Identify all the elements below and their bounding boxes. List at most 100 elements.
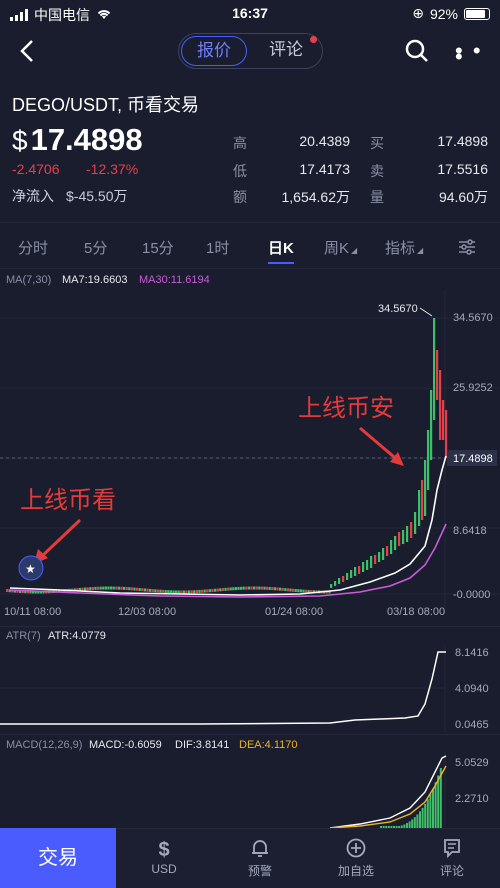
tab-daily-k[interactable]: 日K — [268, 237, 294, 258]
macd-bar — [411, 819, 414, 828]
add-watchlist-button[interactable]: 加自选 — [316, 838, 396, 879]
annotation-bikan-listing: 上线币看 — [20, 487, 116, 514]
price-value: 17.4898 — [30, 122, 143, 157]
divider — [0, 734, 500, 735]
candle — [211, 588, 214, 592]
macd-bar — [416, 814, 419, 828]
y-tick: 8.1416 — [455, 647, 489, 659]
candle — [358, 566, 361, 574]
candle — [342, 576, 345, 582]
candlestick-chart[interactable]: 34.5670 34.5670 25.9252 17.4898 8.6418 -… — [0, 290, 500, 620]
candle — [433, 318, 436, 420]
divider — [0, 268, 500, 269]
candle — [410, 522, 413, 538]
usd-label: USD — [151, 862, 177, 876]
candle — [172, 590, 175, 594]
candle — [167, 590, 170, 594]
tab-15min[interactable]: 15分 — [142, 237, 174, 258]
candle — [219, 588, 222, 592]
tab-indicators-label: 指标 — [385, 240, 416, 257]
alert-label: 预警 — [247, 864, 272, 878]
candle — [418, 490, 421, 526]
nav-bar: 报价 评论 • • • — [0, 26, 500, 76]
macd-chart: 5.0529 2.2710 — [329, 752, 489, 828]
y-tick: 0.0465 — [455, 719, 489, 731]
stat-low-value: 17.4173 — [299, 161, 350, 177]
candle — [117, 586, 120, 590]
tab-indicators[interactable]: 指标 ◢ — [385, 237, 423, 258]
candle — [263, 586, 266, 590]
candle — [299, 589, 302, 593]
stat-bid-value: 17.4898 — [437, 133, 488, 149]
candle — [370, 556, 373, 568]
candle — [394, 536, 397, 550]
candle — [294, 588, 297, 592]
candle — [104, 586, 107, 590]
candle — [128, 587, 131, 591]
candle — [366, 560, 369, 570]
alert-button[interactable]: 预警 — [220, 838, 300, 879]
stat-high-value: 20.4389 — [299, 133, 350, 149]
search-icon[interactable] — [404, 38, 430, 64]
comment-button[interactable]: 评论 — [412, 838, 492, 879]
tab-quote[interactable]: 报价 — [181, 36, 247, 66]
atr-chart: 8.1416 4.0940 0.0465 — [0, 644, 489, 732]
candle — [141, 588, 144, 592]
candle — [6, 589, 9, 593]
candle — [289, 588, 292, 592]
macd-bar — [432, 788, 434, 828]
tab-1h[interactable]: 1时 — [206, 237, 229, 258]
candle — [86, 587, 89, 591]
candle — [271, 587, 274, 591]
y-tick: 5.0529 — [455, 757, 489, 769]
candle — [123, 586, 126, 590]
tab-weekly-k[interactable]: 周K ◢ — [324, 237, 357, 258]
candle — [292, 588, 295, 592]
high-price-label: 34.5670 — [378, 303, 418, 315]
more-icon[interactable]: • • • — [455, 40, 500, 68]
candle — [110, 586, 113, 590]
candle — [94, 586, 97, 590]
atr-value: ATR:4.0779 — [48, 630, 106, 642]
candle — [224, 587, 227, 591]
candle — [260, 586, 263, 590]
macd-bar — [408, 821, 411, 828]
tab-time-sharing[interactable]: 分时 — [18, 237, 48, 258]
candle — [242, 586, 245, 590]
candle — [250, 586, 253, 590]
candle — [164, 590, 167, 594]
macd-value: MACD:-0.6059 — [89, 739, 162, 751]
change-abs: -2.4706 — [12, 161, 60, 177]
candle — [107, 586, 110, 590]
tab-weekly-k-label: 周K — [324, 240, 350, 257]
trade-button[interactable]: 交易 — [0, 828, 116, 888]
y-tick: 8.6418 — [453, 525, 487, 537]
tab-comment[interactable]: 评论 — [255, 36, 317, 66]
back-arrow-icon[interactable] — [14, 36, 44, 66]
candle — [281, 587, 284, 591]
status-bar: 中国电信 16:37 ⊕ 92% — [0, 0, 500, 26]
divider — [0, 222, 500, 223]
add-watchlist-label: 加自选 — [337, 864, 374, 878]
notification-dot — [310, 36, 317, 43]
tab-5min[interactable]: 5分 — [84, 237, 107, 258]
last-price: $17.4898 — [12, 122, 143, 158]
chart-settings-icon[interactable] — [457, 238, 477, 261]
usd-button[interactable]: $ USD — [124, 838, 204, 876]
candle — [156, 589, 159, 593]
netflow: 净流入 $-45.50万 — [12, 186, 127, 206]
dropdown-corner-icon: ◢ — [417, 246, 424, 255]
battery-percent: 92% — [429, 5, 458, 22]
candle — [253, 586, 256, 590]
candle — [284, 588, 287, 592]
grid — [0, 290, 500, 608]
candle — [133, 587, 136, 591]
candle — [424, 460, 427, 516]
macd-bar — [413, 817, 416, 828]
candle — [406, 526, 409, 542]
stat-amount-label: 额 — [233, 189, 247, 205]
ma30-value: MA30:11.6194 — [139, 274, 210, 286]
candle — [162, 589, 165, 593]
candle — [193, 590, 196, 594]
candle — [247, 586, 250, 590]
